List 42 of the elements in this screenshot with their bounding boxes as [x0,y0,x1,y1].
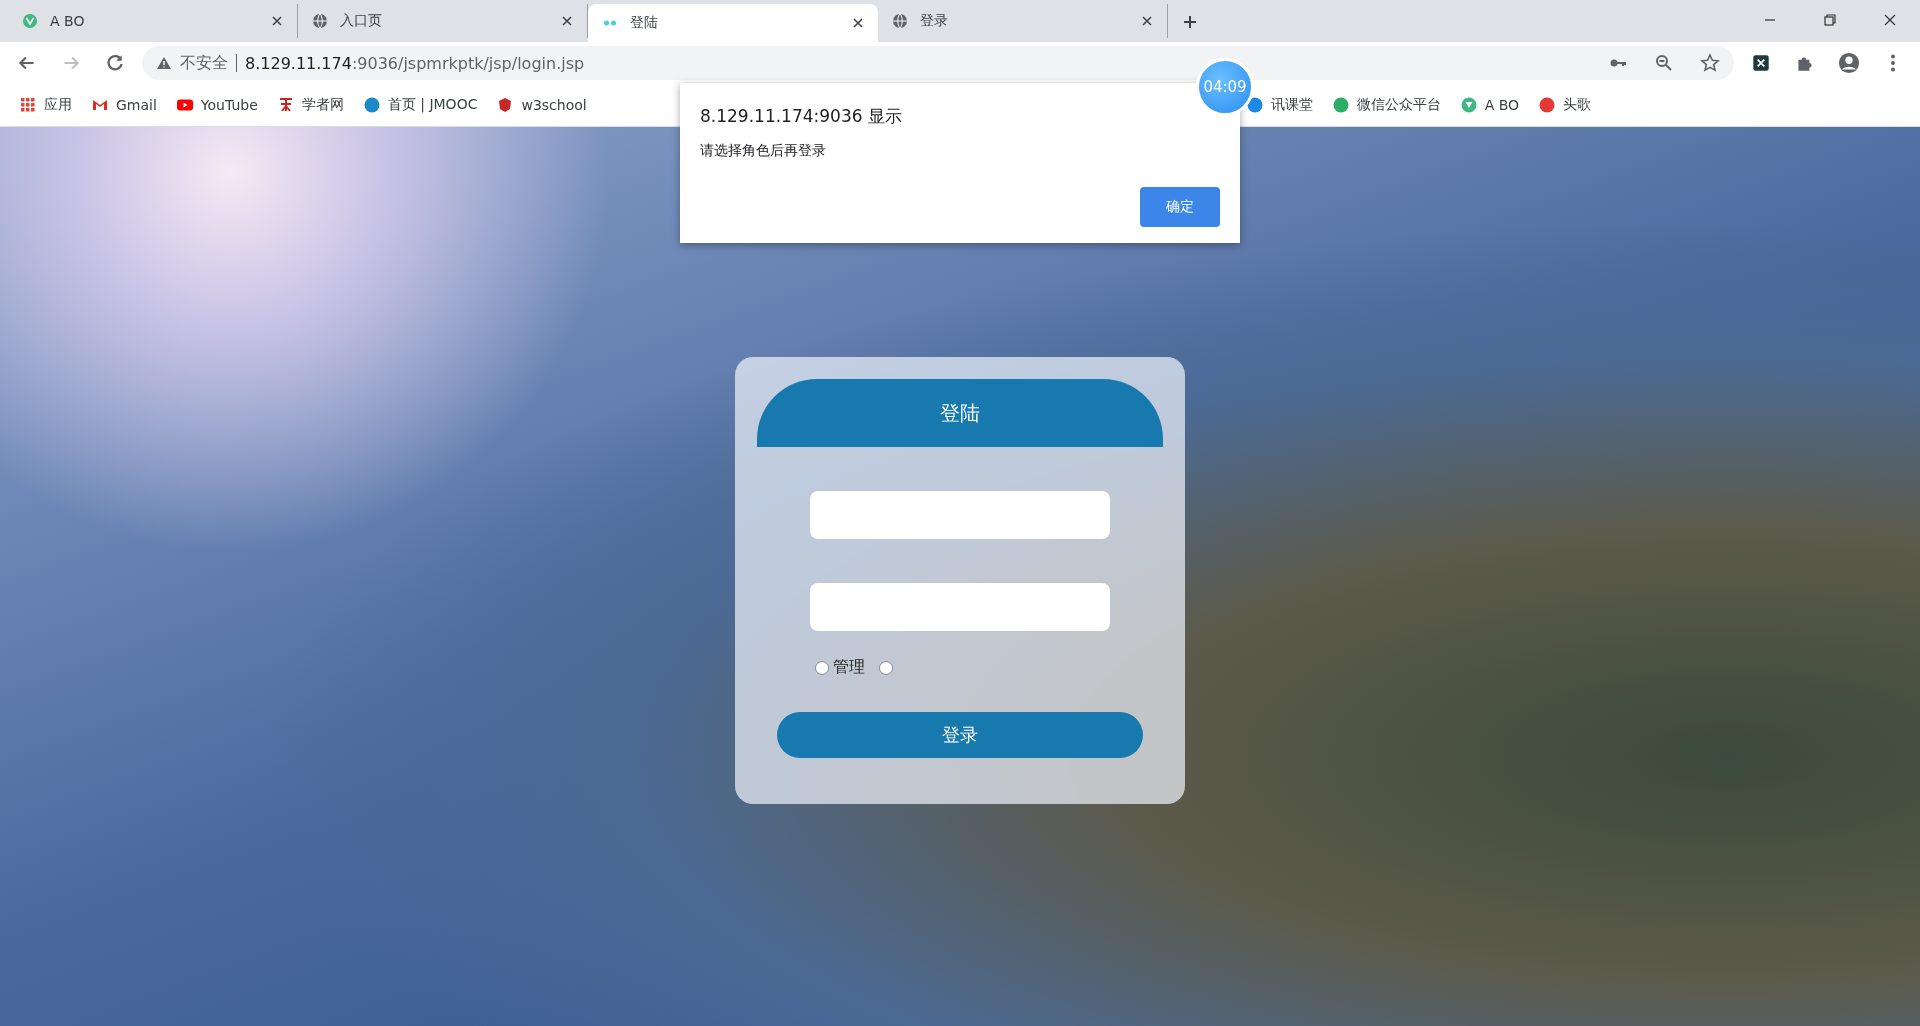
radio-circle[interactable] [815,660,829,675]
password-field[interactable] [810,583,1110,631]
warning-icon [156,55,172,71]
profile-icon[interactable] [1838,52,1860,74]
bookmark-item[interactable]: A BO [1460,97,1520,113]
bookmark-item[interactable]: 学者网 [277,96,344,114]
bookmark-item[interactable]: 微信公众平台 [1332,96,1441,114]
close-icon[interactable] [271,15,283,27]
login-title: 登陆 [757,379,1163,447]
bookmark-item[interactable]: w3school [497,97,587,113]
separator-bar [236,54,237,72]
restore-icon[interactable] [1822,12,1838,28]
close-icon[interactable] [1141,15,1153,27]
bookmark-item[interactable]: 头歌 [1539,96,1592,114]
extension-x-icon[interactable] [1750,52,1772,74]
bookmark-item[interactable]: 首页 | JMOOC [363,96,478,114]
bookmark-item[interactable]: YouTube [176,97,258,113]
security-label: 不安全 [180,52,228,74]
star-icon[interactable] [1700,53,1720,73]
bookmark-item[interactable]: Gmail [92,97,157,113]
role-label: 管理 [833,657,865,678]
close-icon[interactable] [852,17,864,29]
browser-tab[interactable]: 入口页 [298,4,588,38]
browser-tab[interactable]: 登录 [878,4,1168,38]
browser-tab[interactable]: A BO [8,4,298,38]
login-button[interactable]: 登录 [777,712,1143,758]
username-field[interactable] [810,491,1110,539]
address-bar[interactable]: 不安全 8.129.11.174:9036/jspmrkptk/jsp/login.jsp [142,46,1734,80]
role-radio[interactable]: 管理 [815,657,865,678]
globe-icon [892,13,908,29]
bookmark-item[interactable]: 应用 [20,96,72,114]
close-icon[interactable] [561,15,573,27]
dialog-message: 请选择角色后再登录 [700,142,827,160]
v-logo-icon [22,13,38,29]
zoom-icon[interactable] [1654,53,1674,73]
browser-tab[interactable]: 登陆 [588,4,878,42]
globe-icon [312,13,328,29]
ok-button[interactable]: 确定 [1140,187,1220,227]
new-tab-icon[interactable] [1182,14,1198,30]
url-text: 8.129.11.174:9036/jspmrkptk/jsp/login.jsp [245,53,585,73]
dialog-title: 8.129.11.174:9036 显示 [700,105,903,128]
close-icon[interactable] [1882,12,1898,28]
